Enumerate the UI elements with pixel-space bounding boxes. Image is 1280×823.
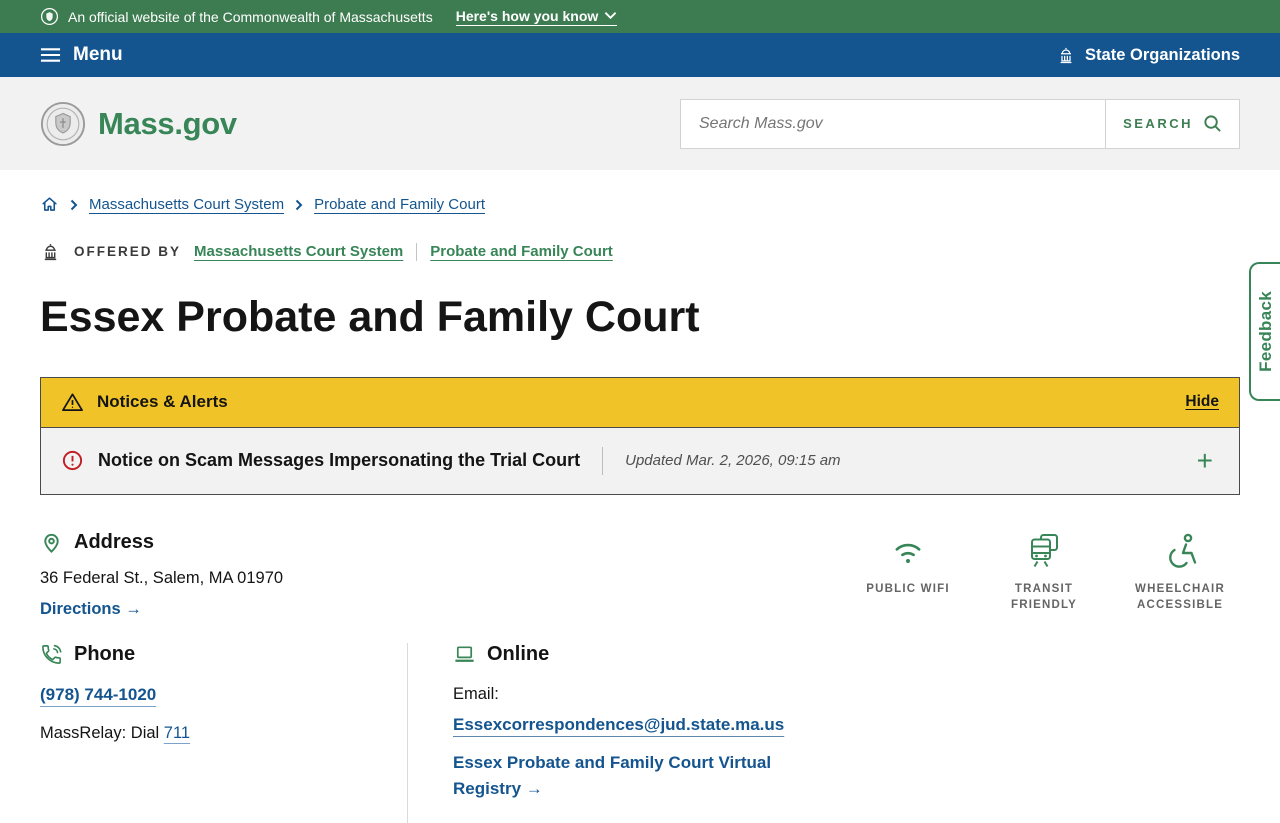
notice-updated-timestamp: Updated Mar. 2, 2026, 09:15 am	[625, 452, 841, 470]
massgov-seal-icon	[40, 101, 86, 146]
directions-link[interactable]: Directions →	[40, 600, 142, 619]
notice-title: Notice on Scam Messages Impersonating th…	[98, 450, 581, 471]
address-block: Address 36 Federal St., Salem, MA 01970 …	[40, 531, 283, 619]
offered-by-label: OFFERED BY	[74, 244, 182, 259]
virtual-registry-link[interactable]: Essex Probate and Family Court Virtual R…	[453, 750, 773, 803]
massrelay-711-link[interactable]: 711	[164, 724, 190, 742]
breadcrumb-court-system[interactable]: Massachusetts Court System	[89, 196, 284, 213]
email-label: Email:	[453, 684, 499, 703]
amenity-label: PUBLIC WIFI	[866, 582, 950, 595]
state-seal-icon	[40, 7, 59, 26]
laptop-icon	[455, 646, 474, 662]
expand-notice-button[interactable]: +	[1191, 446, 1219, 476]
massgov-logo[interactable]: Mass.gov	[40, 101, 237, 147]
hamburger-icon	[40, 48, 61, 62]
menu-button[interactable]: Menu	[40, 44, 123, 66]
amenity-public-wifi: PUBLIC WIFI	[848, 531, 968, 614]
capitol-icon	[1060, 47, 1072, 64]
official-banner: An official website of the Commonwealth …	[0, 0, 1280, 33]
massrelay-line: MassRelay: Dial 711	[40, 724, 407, 743]
email-link[interactable]: Essexcorrespondences@jud.state.ma.us	[453, 715, 784, 735]
notices-alerts-box: Notices & Alerts Hide Notice on Scam Mes…	[40, 376, 1240, 495]
state-organizations-link[interactable]: State Organizations	[1056, 45, 1240, 65]
breadcrumb: Massachusetts Court System Probate and F…	[40, 195, 1240, 214]
address-section: Address 36 Federal St., Salem, MA 01970 …	[40, 531, 1240, 619]
offered-by-court-system-link[interactable]: Massachusetts Court System	[194, 243, 403, 260]
amenity-label: WHEELCHAIR ACCESSIBLE	[1135, 582, 1225, 612]
main-content: Massachusetts Court System Probate and F…	[0, 195, 1280, 823]
offered-by-probate-family-link[interactable]: Probate and Family Court	[430, 243, 613, 260]
breadcrumb-probate-family[interactable]: Probate and Family Court	[314, 196, 485, 213]
site-header: Mass.gov SEARCH	[0, 77, 1280, 170]
alerts-header: Notices & Alerts Hide	[41, 377, 1239, 427]
chevron-down-icon	[605, 12, 617, 20]
contact-columns: Phone (978) 744-1020 MassRelay: Dial 711…	[40, 642, 1240, 823]
phone-number-link[interactable]: (978) 744-1020	[40, 685, 156, 705]
feedback-label: Feedback	[1255, 291, 1275, 372]
alert-notice-row[interactable]: Notice on Scam Messages Impersonating th…	[41, 426, 1239, 494]
phone-heading: Phone	[74, 642, 136, 665]
error-circle-icon	[62, 451, 83, 471]
alerts-title: Notices & Alerts	[97, 392, 228, 412]
divider	[602, 446, 604, 475]
search-button[interactable]: SEARCH	[1105, 99, 1239, 148]
amenity-transit-friendly: TRANSIT FRIENDLY	[984, 531, 1104, 614]
chevron-right-icon	[70, 199, 78, 210]
primary-nav: Menu State Organizations	[0, 33, 1280, 77]
massrelay-text: MassRelay: Dial	[40, 723, 160, 742]
page-title: Essex Probate and Family Court	[40, 293, 700, 341]
wheelchair-icon	[1169, 533, 1197, 568]
online-section: Online Email: Essexcorrespondences@jud.s…	[408, 643, 923, 823]
chevron-right-icon	[295, 199, 303, 210]
search-input[interactable]	[681, 99, 1106, 148]
search-icon	[1204, 115, 1221, 132]
amenity-wheelchair-accessible: WHEELCHAIR ACCESSIBLE	[1120, 531, 1240, 614]
map-pin-icon	[44, 533, 59, 553]
transit-icon	[1031, 533, 1058, 567]
warning-triangle-icon	[62, 393, 83, 411]
wifi-icon	[895, 543, 921, 563]
offered-by: OFFERED BY Massachusetts Court System Pr…	[40, 241, 1240, 262]
capitol-icon	[44, 244, 57, 261]
online-heading: Online	[487, 642, 550, 665]
heres-how-you-know-link[interactable]: Here's how you know	[455, 8, 618, 26]
amenities: PUBLIC WIFI TRANSIT FRIENDLY WHEELCHAIR …	[848, 531, 1240, 614]
home-icon	[42, 197, 57, 211]
divider	[416, 242, 418, 261]
hide-alerts-link[interactable]: Hide	[1185, 393, 1219, 411]
site-search: SEARCH	[680, 98, 1240, 149]
breadcrumb-home-link[interactable]	[40, 195, 59, 214]
address-text: 36 Federal St., Salem, MA 01970	[40, 568, 284, 587]
phone-section: Phone (978) 744-1020 MassRelay: Dial 711	[40, 643, 407, 823]
amenity-label: TRANSIT FRIENDLY	[1010, 582, 1078, 612]
phone-icon	[42, 644, 62, 664]
feedback-tab[interactable]: Feedback	[1249, 262, 1280, 401]
official-banner-text: An official website of the Commonwealth …	[68, 8, 433, 25]
address-heading: Address	[74, 530, 155, 553]
massgov-logo-text: Mass.gov	[98, 105, 237, 141]
